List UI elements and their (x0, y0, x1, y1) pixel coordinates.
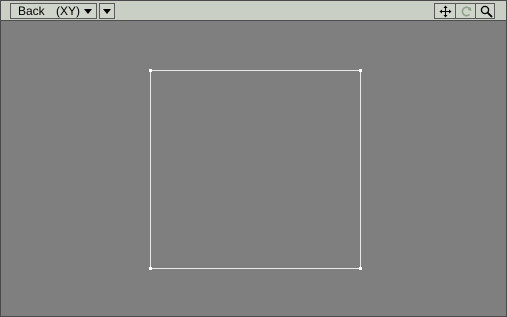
viewport-menu-button[interactable] (99, 3, 115, 19)
vertex-point[interactable] (359, 267, 362, 270)
object-wireframe[interactable] (150, 70, 361, 269)
zoom-view-button[interactable] (475, 4, 496, 18)
viewport[interactable]: Back (XY) (0, 0, 507, 317)
view-axes-label: (XY) (56, 4, 80, 18)
chevron-down-icon (103, 9, 111, 14)
vertex-point[interactable] (359, 69, 362, 72)
view-navigation-controls (434, 3, 495, 19)
move-icon (439, 5, 451, 17)
vertex-point[interactable] (149, 267, 152, 270)
chevron-down-icon (84, 9, 92, 14)
vertex-point[interactable] (149, 69, 152, 72)
magnifier-icon (480, 5, 493, 18)
move-view-button[interactable] (435, 4, 455, 18)
rotate-icon (461, 6, 471, 16)
rotate-view-button[interactable] (455, 4, 476, 18)
view-name-label: Back (18, 4, 45, 18)
view-type-dropdown[interactable]: Back (XY) (10, 3, 97, 19)
viewport-toolbar: Back (XY) (1, 1, 506, 21)
